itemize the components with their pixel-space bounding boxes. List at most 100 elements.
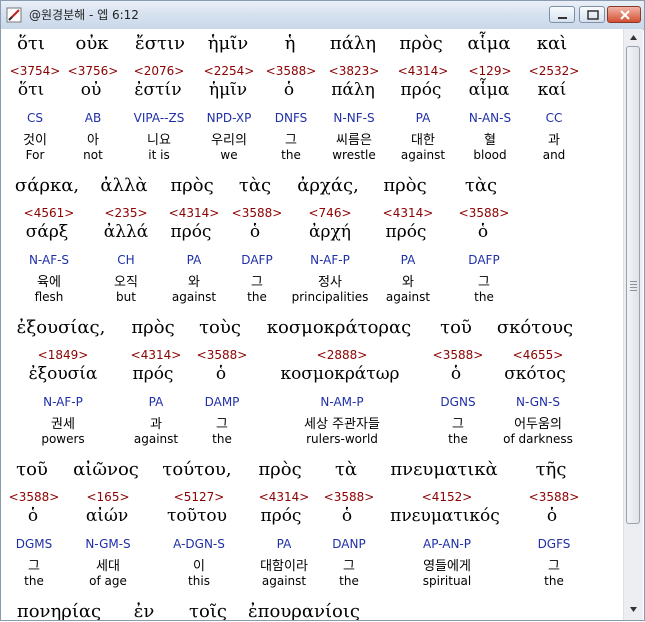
morph-code[interactable]: CS xyxy=(27,111,43,125)
morph-code[interactable]: PA xyxy=(416,111,431,125)
greek-word[interactable]: οὐκ xyxy=(75,33,108,54)
morph-code[interactable]: DNFS xyxy=(275,111,308,125)
greek-word[interactable]: ἔστιν xyxy=(135,33,185,54)
greek-word[interactable]: ἐν xyxy=(134,601,155,620)
morph-code[interactable]: PA xyxy=(187,253,202,267)
greek-word[interactable]: τοῦ xyxy=(440,317,472,338)
morph-code[interactable]: CH xyxy=(117,253,134,267)
greek-word[interactable]: τὰς xyxy=(239,175,271,196)
strong-number[interactable]: <3588> xyxy=(197,348,248,362)
interlinear-panel[interactable]: ὅτι <3754> ὅτι CS 것이 For οὐκ <3756> οὐ A… xyxy=(1,29,623,620)
morph-code[interactable]: DGNS xyxy=(440,395,475,409)
strong-number[interactable]: <2076> xyxy=(134,64,185,78)
morph-code[interactable]: N-AF-P xyxy=(43,395,83,409)
greek-word[interactable]: τοὺς xyxy=(199,317,241,338)
strong-number[interactable]: <2532> xyxy=(529,64,580,78)
strong-number[interactable]: <3588> xyxy=(266,64,317,78)
greek-word[interactable]: ἐξουσίας, xyxy=(17,317,106,338)
greek-word[interactable]: πρὸς xyxy=(258,459,301,480)
strong-number[interactable]: <3823> xyxy=(329,64,380,78)
strong-number[interactable]: <4561> xyxy=(24,206,75,220)
vertical-scrollbar[interactable] xyxy=(623,29,643,620)
greek-word[interactable]: ἀλλὰ xyxy=(100,175,147,196)
morph-code[interactable]: N-GN-S xyxy=(516,395,560,409)
greek-word[interactable]: τὰ xyxy=(335,459,357,480)
strong-number[interactable]: <235> xyxy=(104,206,147,220)
morph-code[interactable]: PA xyxy=(401,253,416,267)
morph-code[interactable]: PA xyxy=(149,395,164,409)
greek-word[interactable]: πνευματικὰ xyxy=(390,459,497,480)
greek-word[interactable]: ἡ xyxy=(285,33,296,54)
greek-word[interactable]: ἐπουρανίοις xyxy=(248,601,360,620)
morph-code[interactable]: DAMP xyxy=(205,395,240,409)
greek-word[interactable]: σάρκα, xyxy=(15,175,79,196)
strong-number[interactable]: <4314> xyxy=(383,206,434,220)
greek-word[interactable]: κοσμοκράτορας xyxy=(267,317,412,338)
greek-word[interactable]: αἰῶνος xyxy=(73,459,139,480)
greek-word[interactable]: τὰς xyxy=(465,175,497,196)
greek-word[interactable]: ἀρχάς, xyxy=(297,175,359,196)
greek-word[interactable]: πρὸς xyxy=(399,33,442,54)
strong-number[interactable]: <4314> xyxy=(169,206,220,220)
strong-number[interactable]: <4655> xyxy=(513,348,564,362)
strong-number[interactable]: <129> xyxy=(468,64,511,78)
morph-code[interactable]: DGMS xyxy=(16,537,53,551)
greek-word[interactable]: πρὸς xyxy=(131,317,174,338)
strong-number[interactable]: <3588> xyxy=(433,348,484,362)
title-bar[interactable]: @원경분해 - 엡 6:12 xyxy=(1,1,644,30)
strong-number[interactable]: <4152> xyxy=(422,490,473,504)
greek-word[interactable]: τῆς xyxy=(536,459,567,480)
morph-code[interactable]: A-DGN-S xyxy=(173,537,225,551)
scroll-down-button[interactable] xyxy=(624,601,643,618)
greek-word[interactable]: πρὸς xyxy=(383,175,426,196)
morph-code[interactable]: N-AF-S xyxy=(29,253,69,267)
morph-code[interactable]: N-NF-S xyxy=(333,111,374,125)
greek-word[interactable]: σκότους xyxy=(497,317,573,338)
strong-number[interactable]: <2254> xyxy=(204,64,255,78)
morph-code[interactable]: PA xyxy=(277,537,292,551)
morph-code[interactable]: VIPA--ZS xyxy=(134,111,185,125)
strong-number[interactable]: <3756> xyxy=(68,64,119,78)
morph-code[interactable]: CC xyxy=(546,111,563,125)
strong-number[interactable]: <3588> xyxy=(459,206,510,220)
morph-code[interactable]: N-AM-P xyxy=(320,395,363,409)
morph-code[interactable]: NPD-XP xyxy=(207,111,252,125)
strong-number[interactable]: <1849> xyxy=(38,348,89,362)
strong-number[interactable]: <3588> xyxy=(324,490,375,504)
morph-code[interactable]: DANP xyxy=(332,537,365,551)
strong-number[interactable]: <2888> xyxy=(317,348,368,362)
strong-number[interactable]: <4314> xyxy=(259,490,310,504)
strong-number[interactable]: <746> xyxy=(308,206,351,220)
morph-code[interactable]: N-AN-S xyxy=(469,111,511,125)
morph-code[interactable]: AP-AN-P xyxy=(423,537,471,551)
greek-word[interactable]: τοῦ xyxy=(16,459,48,480)
morph-code[interactable]: N-GM-S xyxy=(85,537,130,551)
greek-word[interactable]: πάλη xyxy=(330,33,376,54)
pen-icon[interactable] xyxy=(6,7,22,23)
greek-word[interactable]: καὶ xyxy=(537,33,567,54)
strong-number[interactable]: <3588> xyxy=(529,490,580,504)
strong-number[interactable]: <165> xyxy=(86,490,129,504)
strong-number[interactable]: <4314> xyxy=(398,64,449,78)
close-button[interactable] xyxy=(607,6,641,23)
strong-number[interactable]: <3754> xyxy=(10,64,61,78)
scroll-up-button[interactable] xyxy=(624,29,643,46)
strong-number[interactable]: <3588> xyxy=(9,490,60,504)
morph-code[interactable]: DGFS xyxy=(538,537,571,551)
morph-code[interactable]: DAFP xyxy=(468,253,499,267)
minimize-button[interactable] xyxy=(549,6,575,23)
greek-word[interactable]: ὅτι xyxy=(17,33,45,54)
greek-word[interactable]: τούτου, xyxy=(162,459,231,480)
scroll-thumb[interactable] xyxy=(626,46,640,524)
greek-word[interactable]: πρὸς xyxy=(170,175,213,196)
morph-code[interactable]: DAFP xyxy=(241,253,272,267)
morph-code[interactable]: AB xyxy=(85,111,101,125)
greek-word[interactable]: πονηρίας xyxy=(17,601,101,620)
greek-word[interactable]: τοῖς xyxy=(189,601,227,620)
strong-number[interactable]: <5127> xyxy=(174,490,225,504)
strong-number[interactable]: <4314> xyxy=(131,348,182,362)
strong-number[interactable]: <3588> xyxy=(232,206,283,220)
maximize-button[interactable] xyxy=(579,6,605,23)
greek-word[interactable]: αἷμα xyxy=(467,33,510,54)
morph-code[interactable]: N-AF-P xyxy=(310,253,350,267)
